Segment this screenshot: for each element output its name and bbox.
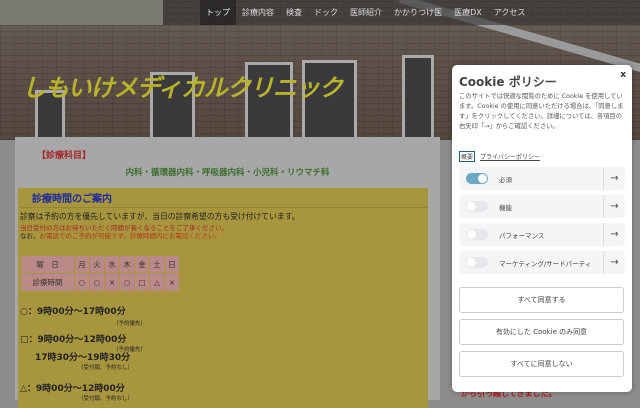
schedule-note: （受付順、予約なし）: [78, 365, 134, 371]
table-cell: 土: [149, 255, 165, 274]
schedule-2: □：9時00分〜12時00分: [20, 332, 126, 345]
note-2-prefix: なお、: [20, 232, 40, 240]
functional-toggle[interactable]: [466, 201, 488, 212]
table-cell: 曜 日: [20, 255, 75, 274]
schedule-mark: □：: [20, 335, 38, 345]
table-row: 診療時間 ○ ○ × ○ □ △ ×: [20, 273, 180, 292]
arrow-right-icon[interactable]: →: [603, 167, 625, 190]
arrow-right-icon[interactable]: →: [603, 223, 625, 246]
cookie-category-functional: 機能 →: [459, 195, 625, 218]
category-list: 内科・循環器内科・呼吸器内科・小児科・リウマチ科: [125, 168, 330, 178]
nav-access[interactable]: アクセス: [488, 0, 532, 25]
cookie-title: Cookie ポリシー: [459, 75, 557, 89]
table-cell: ○: [74, 273, 90, 292]
cookie-dialog: Cookie ポリシー x このサイトでは快適な閲覧のために Cookie を使…: [452, 65, 632, 392]
reject-all-button[interactable]: すべてに同意しない: [459, 351, 624, 377]
marketing-toggle[interactable]: [466, 257, 488, 268]
table-cell: 診療時間: [20, 273, 75, 292]
schedule-mark: △：: [20, 384, 36, 394]
privacy-policy-link[interactable]: プライバシーポリシー: [480, 152, 540, 161]
accept-selected-button[interactable]: 有効にした Cookie のみ同意: [459, 319, 624, 345]
table-cell: ○: [119, 273, 135, 292]
arrow-right-icon[interactable]: →: [603, 195, 625, 218]
category-heading: 【診療科目】: [37, 151, 92, 161]
table-cell: 水: [104, 255, 120, 274]
nav-services[interactable]: 診療内容: [236, 0, 280, 25]
schedule-1: ○：9時00分〜17時00分: [20, 304, 126, 317]
category-label: 機能: [499, 203, 512, 212]
cookie-description: このサイトでは快適な閲覧のために Cookie を使用しています。Cookie …: [459, 93, 624, 130]
cookie-category-performance: パフォーマンス →: [459, 223, 625, 246]
schedule-note: （予約優先）: [113, 321, 147, 327]
table-cell: 金: [134, 255, 150, 274]
table-cell: ×: [104, 273, 120, 292]
schedule-time: 9時00分〜17時00分: [36, 307, 126, 317]
table-cell: ×: [164, 273, 180, 292]
intro-text: 診察は予約の方を優先していますが、当日の診察希望の方も受け付けています。: [20, 212, 300, 221]
nav-family-doctor[interactable]: かかりつけ医: [388, 0, 448, 25]
hero-title: しもいけメディカルクリニック: [22, 74, 343, 102]
cookie-category-required: 必須 →: [459, 167, 625, 190]
hours-table: 曜 日 月 火 水 木 金 土 日 診療時間 ○ ○ × ○ □ △ ×: [20, 255, 180, 292]
category-label: 必須: [499, 175, 512, 184]
schedule-time: 9時00分〜12時00分: [35, 384, 125, 394]
arrow-right-icon[interactable]: →: [603, 251, 625, 274]
table-cell: 日: [164, 255, 180, 274]
category-label: パフォーマンス: [499, 231, 545, 240]
table-cell: 火: [89, 255, 105, 274]
nav-top[interactable]: トップ: [200, 0, 236, 25]
nav-doctor[interactable]: 医師紹介: [344, 0, 388, 25]
note-2: なお、お電話でのご予約が可能です。診療時間内にお電話ください。: [20, 230, 221, 240]
schedule-time: 9時00分〜12時00分: [37, 335, 127, 345]
accept-all-button[interactable]: すべて同意する: [459, 287, 624, 313]
schedule-mark: ○：: [20, 307, 37, 317]
performance-toggle[interactable]: [466, 229, 488, 240]
table-cell: □: [134, 273, 150, 292]
schedule-note: （受付順、予約なし）: [78, 396, 134, 402]
table-cell: 木: [119, 255, 135, 274]
table-header-row: 曜 日 月 火 水 木 金 土 日: [20, 255, 180, 274]
table-cell: △: [149, 273, 165, 292]
schedule-time: 17時30分〜19時30分: [35, 353, 131, 363]
note-2-phone: お電話でのご予約が可能です。診療時間内にお電話ください。: [39, 232, 221, 240]
cookie-category-marketing: マーケティング/サードパーティ →: [459, 251, 625, 274]
hours-heading: 診療時間のご案内: [32, 194, 112, 205]
nav-tests[interactable]: 検査: [280, 0, 308, 25]
required-toggle[interactable]: [466, 173, 488, 184]
table-cell: ○: [89, 273, 105, 292]
main-nav: トップ 診療内容 検査 ドック 医師紹介 かかりつけ医 医療DX アクセス: [163, 0, 640, 25]
hours-section: 診療時間のご案内 診察は予約の方を優先していますが、当日の診察希望の方も受け付け…: [18, 188, 428, 408]
nav-dock[interactable]: ドック: [308, 0, 344, 25]
content-panel: 【診療科目】 内科・循環器内科・呼吸器内科・小児科・リウマチ科 診療時間のご案内…: [15, 137, 440, 408]
settings-link[interactable]: 概要: [459, 151, 476, 162]
nav-medical-dx[interactable]: 医療DX: [448, 0, 488, 25]
category-label: マーケティング/サードパーティ: [499, 259, 592, 268]
schedule-3: △：9時00分〜12時00分: [20, 381, 125, 394]
table-cell: 月: [74, 255, 90, 274]
close-icon[interactable]: x: [620, 70, 626, 80]
